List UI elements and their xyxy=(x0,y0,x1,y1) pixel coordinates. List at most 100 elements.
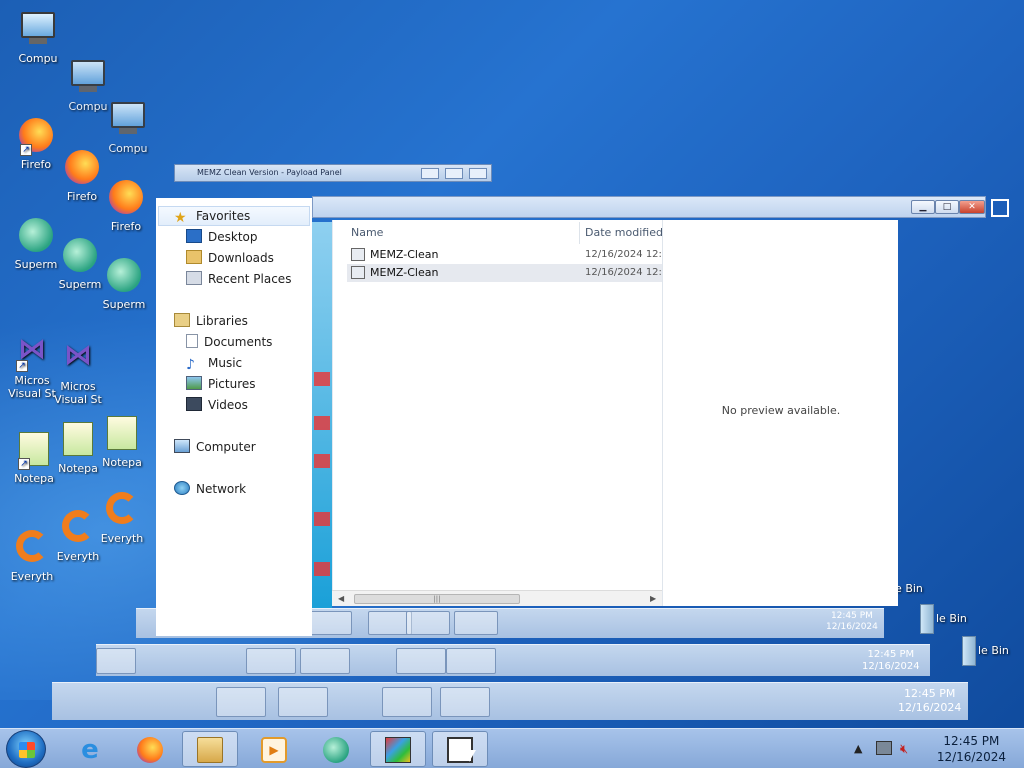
file-name: MEMZ-Clean xyxy=(370,248,439,261)
ghost-taskbar-2: 12:45 PM 12/16/2024 xyxy=(96,644,930,676)
nav-item-libraries[interactable]: Libraries xyxy=(174,311,248,331)
ghost-icon-label: Everyth xyxy=(56,550,100,563)
videos-icon xyxy=(186,397,202,411)
recycle-bin-echo-2: le Bin xyxy=(920,604,967,634)
recycle-bin-icon xyxy=(962,636,976,666)
media-player-icon: ▶ xyxy=(261,737,287,763)
recycle-bin-label: le Bin xyxy=(936,612,967,625)
horizontal-scrollbar[interactable]: ◀ ||| ▶ xyxy=(332,590,662,606)
settings-file-icon xyxy=(351,248,365,261)
ghost-icon-supermium-2: Superm xyxy=(92,258,156,311)
taskbar-paint[interactable] xyxy=(370,731,426,767)
taskbar-ie[interactable]: e xyxy=(62,731,118,767)
computer-icon xyxy=(21,12,55,38)
dialog-titlebar[interactable]: ▁ □ ✕ xyxy=(312,196,1009,218)
minimize-button[interactable] xyxy=(421,168,439,179)
scroll-right-icon[interactable]: ▶ xyxy=(650,594,656,603)
notepad-icon xyxy=(63,422,93,456)
close-button[interactable]: ✕ xyxy=(959,200,985,214)
desktop-icon xyxy=(186,229,202,243)
supermium-icon xyxy=(323,737,349,763)
network-icon[interactable] xyxy=(876,741,892,755)
taskbar-explorer[interactable] xyxy=(182,731,238,767)
payload-panel-title: MEMZ Clean Version - Payload Panel xyxy=(197,168,342,177)
explorer-icon xyxy=(197,737,223,763)
nav-item-pictures[interactable]: Pictures xyxy=(186,374,256,394)
scroll-left-icon[interactable]: ◀ xyxy=(338,594,344,603)
file-list: Name Date modified MEMZ-Clean 12/16/2024… xyxy=(332,220,663,606)
desktop-icon-label: Compu xyxy=(18,52,58,65)
ghost-icon-label: Notepa xyxy=(102,456,142,469)
column-separator[interactable] xyxy=(579,222,580,244)
ghost-icon-label: Micros Visual St xyxy=(54,380,102,406)
start-button[interactable] xyxy=(6,730,46,768)
preview-message: No preview available. xyxy=(721,404,841,417)
open-file-dialog: ▁ □ ✕ ★ Favorites Desktop Downloads Recen… xyxy=(156,196,1009,636)
pictures-icon xyxy=(186,376,202,390)
recent-places-icon xyxy=(186,271,202,285)
close-button[interactable] xyxy=(469,168,487,179)
nav-item-network[interactable]: Network xyxy=(174,479,246,499)
nav-label: Videos xyxy=(208,398,248,412)
computer-icon xyxy=(71,60,105,86)
show-hidden-icons-icon[interactable]: ▲ xyxy=(854,742,862,755)
nav-label: Downloads xyxy=(208,251,274,265)
taskbar-clock[interactable]: 12:45 PM 12/16/2024 xyxy=(937,733,1006,765)
documents-icon xyxy=(186,334,198,348)
maximize-button[interactable]: □ xyxy=(935,200,959,214)
nav-item-music[interactable]: ♪ Music xyxy=(186,353,242,373)
libraries-icon xyxy=(174,313,190,327)
star-icon: ★ xyxy=(174,210,187,226)
everything-icon xyxy=(106,492,138,524)
windows-logo-icon xyxy=(19,742,35,758)
column-header-date-modified[interactable]: Date modified xyxy=(585,222,663,244)
system-tray: ▲ 🔇︎ 12:45 PM 12/16/2024 xyxy=(854,729,1024,768)
ghost-icon-label: Superm xyxy=(102,298,146,311)
ghost-icon-label: Firefo xyxy=(110,220,142,233)
file-date: 12/16/2024 12:4 xyxy=(585,267,663,278)
nav-label: Documents xyxy=(204,335,273,349)
nav-item-recent-places[interactable]: Recent Places xyxy=(186,269,291,289)
nav-item-documents[interactable]: Documents xyxy=(186,332,272,352)
file-row[interactable]: MEMZ-Clean 12/16/2024 12:4 xyxy=(347,246,663,264)
desktop-icon-computer[interactable]: Compu xyxy=(6,12,70,65)
everything-icon xyxy=(16,530,48,562)
firefox-icon xyxy=(137,737,163,763)
application-file-icon xyxy=(351,266,365,279)
nav-item-desktop[interactable]: Desktop xyxy=(186,227,258,247)
nav-item-favorites[interactable]: ★ Favorites xyxy=(174,206,250,226)
file-row-selected[interactable]: MEMZ-Clean 12/16/2024 12:4 xyxy=(347,264,663,282)
computer-icon xyxy=(174,439,190,453)
volume-muted-icon[interactable]: 🔇︎ xyxy=(900,742,908,757)
nav-label: Libraries xyxy=(196,314,248,328)
ghost-icon-label: Compu xyxy=(108,142,148,155)
nav-label: Recent Places xyxy=(208,272,292,286)
nav-item-downloads[interactable]: Downloads xyxy=(186,248,274,268)
nav-item-computer[interactable]: Computer xyxy=(174,437,256,457)
scrollbar-thumb[interactable]: ||| xyxy=(354,594,520,604)
shortcut-arrow-icon: ↗ xyxy=(18,458,30,470)
nav-label: Music xyxy=(208,356,243,370)
column-header-name[interactable]: Name xyxy=(351,222,571,244)
paint-icon xyxy=(385,737,411,763)
taskbar-memz[interactable] xyxy=(432,731,488,767)
ghost-clock: 12:45 PM 12/16/2024 xyxy=(898,687,962,714)
taskbar-supermium[interactable] xyxy=(308,731,364,767)
shortcut-arrow-icon: ↗ xyxy=(20,144,32,156)
ghost-taskbar-1: 12:45 PM 12/16/2024 xyxy=(52,682,968,720)
taskbar: e ▶ ▲ 🔇︎ 12:45 PM 12/16/2024 xyxy=(0,728,1024,768)
clock-date: 12/16/2024 xyxy=(936,750,1006,764)
supermium-icon xyxy=(107,258,141,292)
payload-panel-titlebar[interactable]: MEMZ Clean Version - Payload Panel xyxy=(174,164,492,182)
minimize-button[interactable]: ▁ xyxy=(911,200,935,214)
taskbar-firefox[interactable] xyxy=(122,731,178,767)
computer-icon xyxy=(111,102,145,128)
taskbar-media-player[interactable]: ▶ xyxy=(246,731,302,767)
nav-label: Computer xyxy=(196,440,256,454)
ghost-icon-computer-2: Compu xyxy=(96,102,160,155)
nav-label: Desktop xyxy=(208,230,258,244)
window-frame-corner xyxy=(991,199,1009,217)
ghost-window-strip xyxy=(312,222,332,608)
nav-item-videos[interactable]: Videos xyxy=(186,395,248,415)
maximize-button[interactable] xyxy=(445,168,463,179)
